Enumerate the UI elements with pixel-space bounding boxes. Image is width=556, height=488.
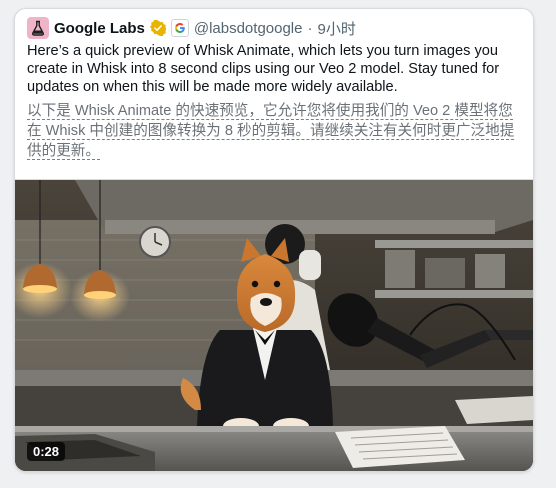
tweet-text: Here’s a quick preview of Whisk Animate,… [27, 43, 500, 96]
author-handle[interactable]: @labsdotgoogle [194, 20, 303, 37]
dot-separator: · [307, 19, 313, 37]
tweet-header: Google Labs @labsdotgoogle · 9小时 [27, 17, 356, 39]
verified-badge-icon [149, 20, 166, 36]
author-name[interactable]: Google Labs [54, 20, 145, 37]
timestamp[interactable]: 9小时 [317, 18, 355, 39]
flask-icon[interactable] [27, 17, 49, 39]
video-player[interactable]: 0:28 [15, 179, 533, 471]
google-g-icon[interactable] [170, 19, 189, 37]
video-duration-badge: 0:28 [27, 442, 66, 461]
tweet-card[interactable]: Google Labs @labsdotgoogle · 9小时 Here’s … [14, 8, 534, 472]
video-thumbnail [15, 180, 533, 471]
translated-text: 以下是 Whisk Animate 的快速预览，它允许您将使用我们的 Veo 2… [27, 101, 527, 161]
translated-text-content: 以下是 Whisk Animate 的快速预览，它允许您将使用我们的 Veo 2… [27, 103, 515, 160]
